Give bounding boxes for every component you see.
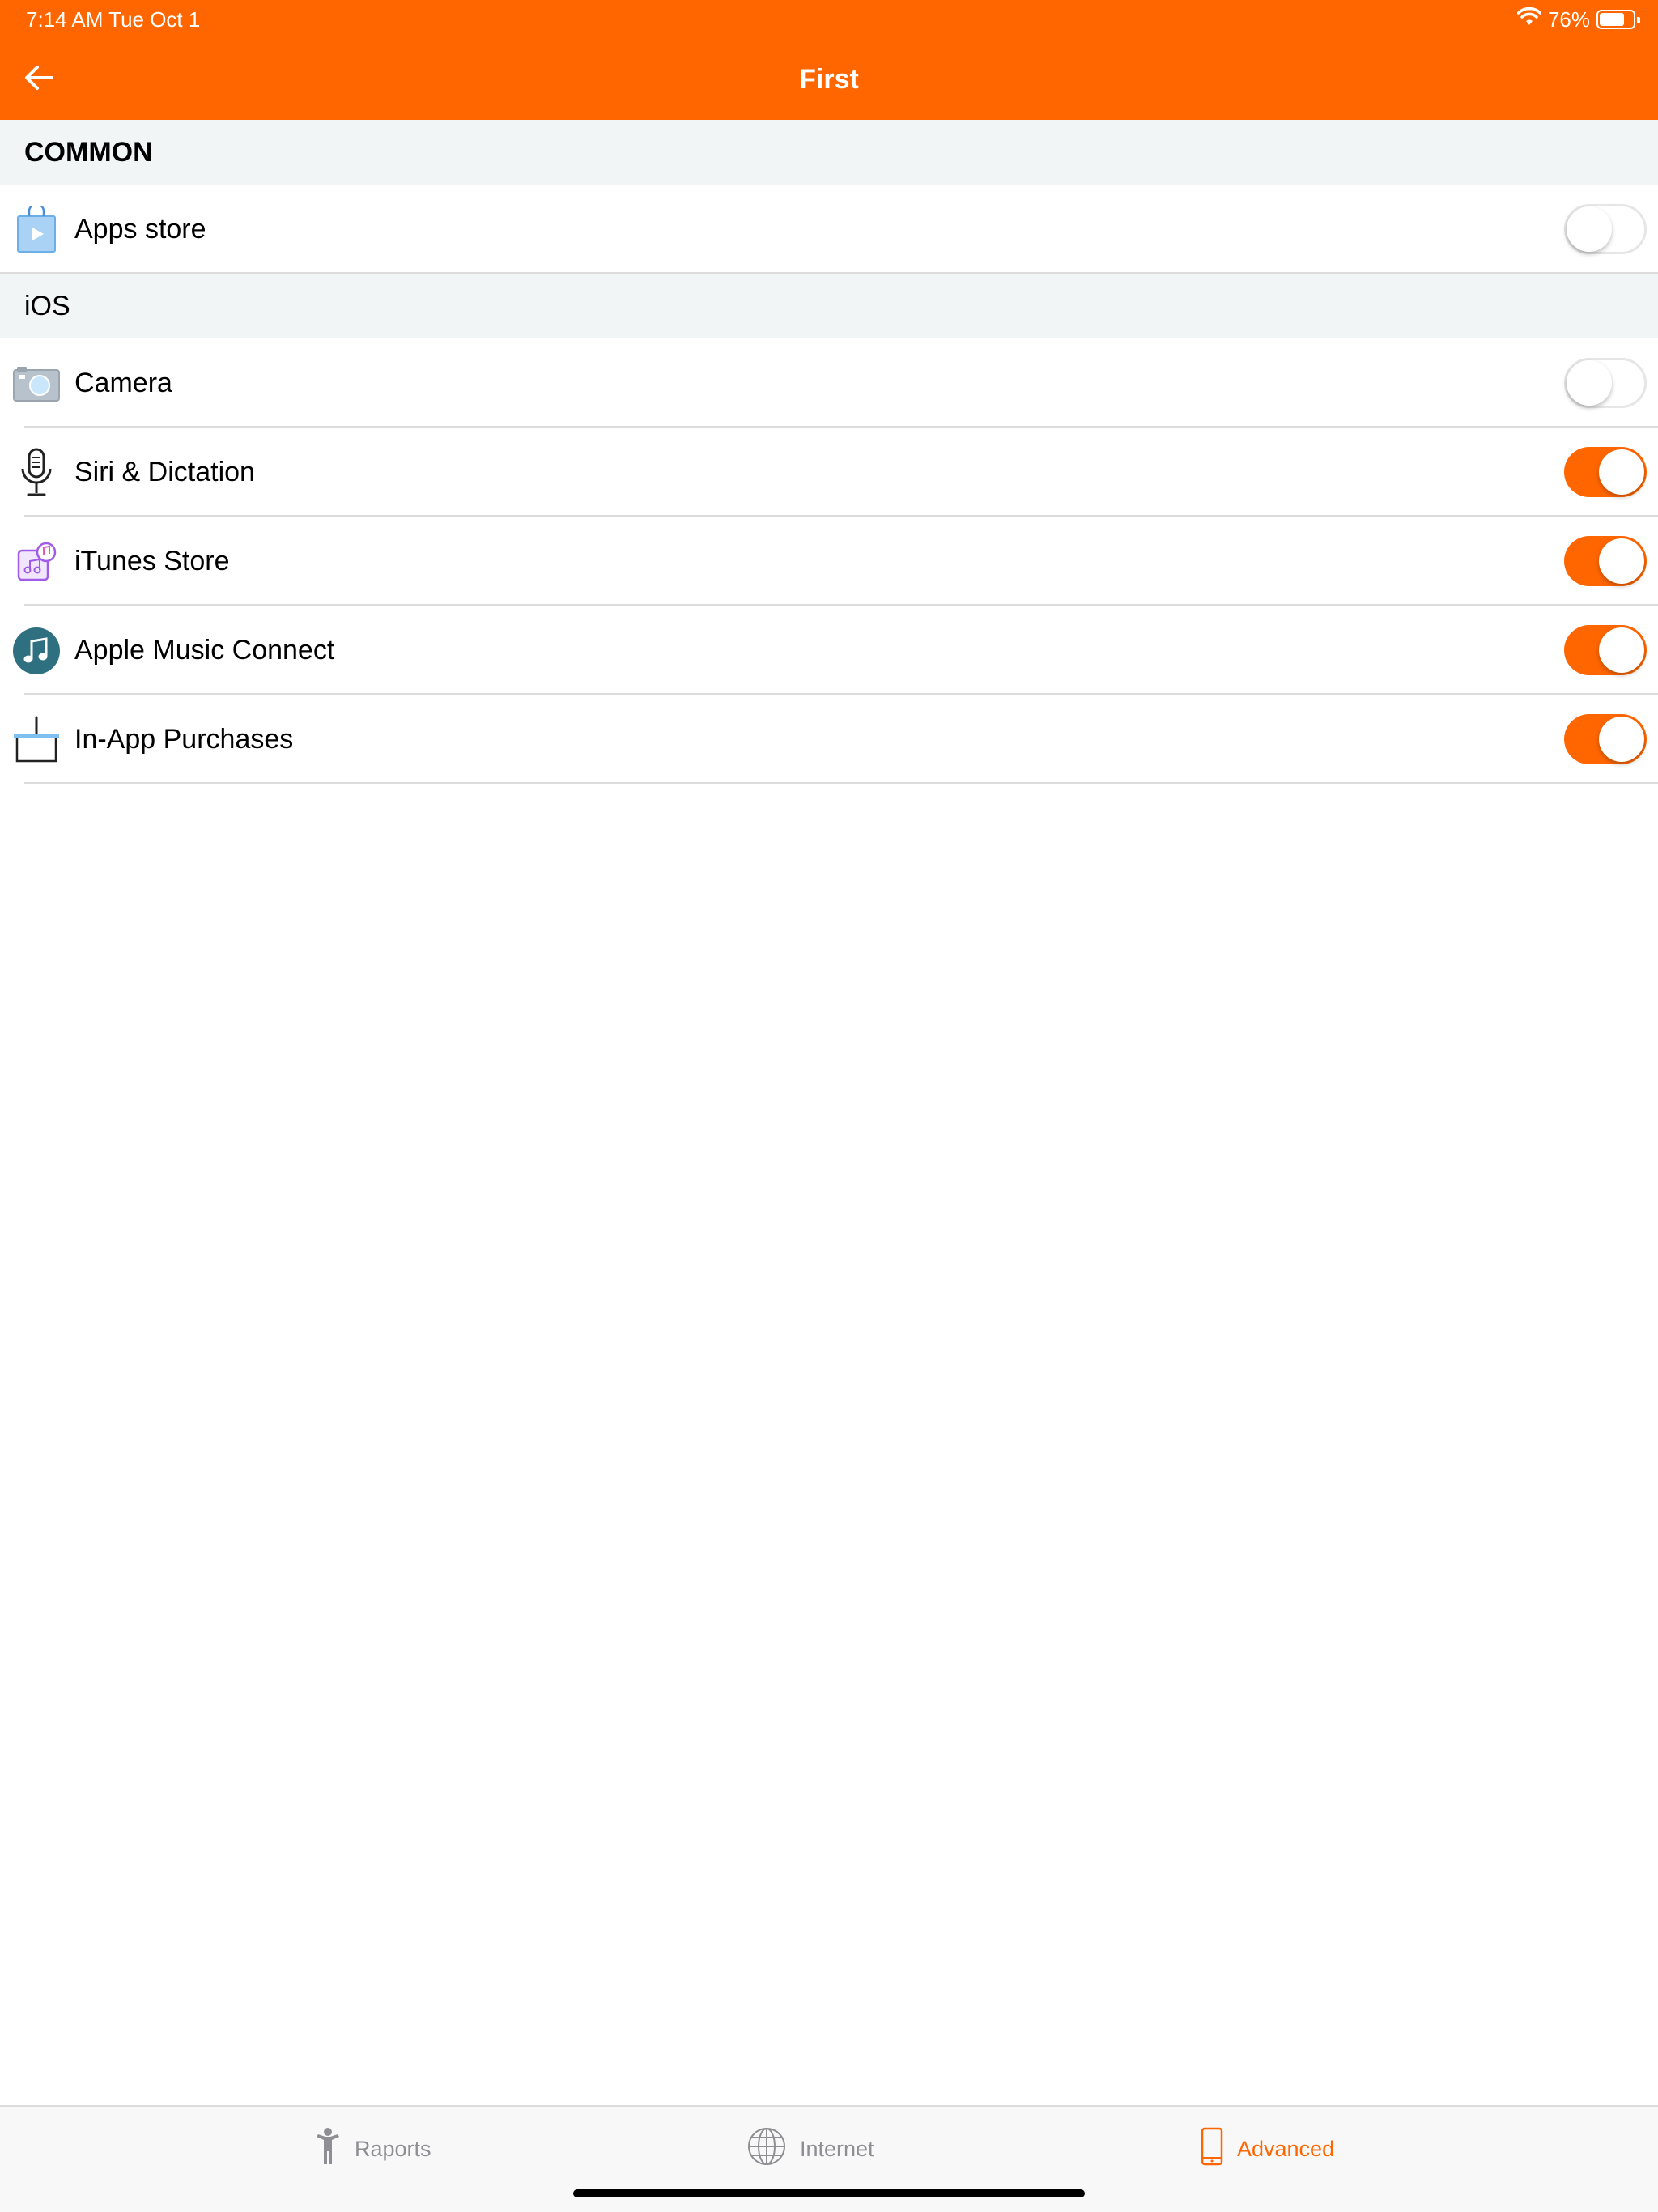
toggle-knob xyxy=(1599,449,1644,495)
setting-label: In-App Purchases xyxy=(74,724,294,755)
section-header-ios: iOS xyxy=(0,274,1658,338)
setting-label: Apps store xyxy=(74,214,206,245)
basket-icon xyxy=(11,716,62,764)
person-icon xyxy=(314,2127,342,2172)
microphone-icon xyxy=(11,448,62,496)
tab-raports[interactable]: Raports xyxy=(314,2125,432,2173)
siri-dictation-toggle[interactable] xyxy=(1564,447,1647,497)
tab-label: Advanced xyxy=(1237,2136,1335,2161)
home-indicator[interactable] xyxy=(573,2189,1085,2197)
setting-row-siri-dictation: Siri & Dictation xyxy=(0,428,1658,517)
toggle-knob xyxy=(1567,360,1612,406)
setting-label: Camera xyxy=(74,368,172,398)
camera-icon xyxy=(11,360,62,407)
toggle-knob xyxy=(1567,206,1612,252)
in-app-purchases-toggle[interactable] xyxy=(1564,714,1647,764)
tab-advanced[interactable]: Advanced xyxy=(1200,2125,1334,2173)
status-indicators: 76% xyxy=(1516,6,1640,32)
battery-percent: 76% xyxy=(1547,6,1590,32)
app-store-bag-icon xyxy=(11,206,62,253)
globe-icon xyxy=(746,2126,787,2172)
itunes-store-toggle[interactable] xyxy=(1564,536,1647,586)
itunes-store-icon xyxy=(11,538,62,585)
setting-label: Apple Music Connect xyxy=(74,635,335,666)
section-header-common: COMMON xyxy=(0,120,1658,185)
row-divider xyxy=(24,782,1658,784)
music-note-icon xyxy=(11,627,62,674)
apple-music-connect-toggle[interactable] xyxy=(1564,625,1647,675)
navigation-header: 7:14 AM Tue Oct 1 76% First xyxy=(0,0,1658,120)
tab-label: Raports xyxy=(355,2136,432,2161)
setting-label: iTunes Store xyxy=(74,546,230,576)
setting-row-apple-music-connect: Apple Music Connect xyxy=(0,606,1658,695)
toggle-knob xyxy=(1599,717,1644,762)
toggle-knob xyxy=(1599,627,1644,673)
tab-label: Internet xyxy=(800,2136,874,2161)
battery-cap xyxy=(1637,17,1640,23)
page-title: First xyxy=(799,64,859,95)
wifi-icon xyxy=(1516,6,1542,32)
setting-row-itunes-store: iTunes Store xyxy=(0,517,1658,606)
apps-store-toggle[interactable] xyxy=(1564,204,1647,254)
setting-row-in-app-purchases: In-App Purchases xyxy=(0,695,1658,784)
battery-level-fill xyxy=(1600,13,1625,26)
tab-internet[interactable]: Internet xyxy=(746,2125,874,2173)
toggle-knob xyxy=(1599,538,1644,584)
setting-row-camera: Camera xyxy=(0,338,1658,428)
phone-icon xyxy=(1200,2127,1224,2172)
status-time: 7:14 AM Tue Oct 1 xyxy=(26,7,201,32)
battery-icon xyxy=(1596,10,1640,29)
setting-row-apps-store: Apps store xyxy=(0,185,1658,274)
setting-label: Siri & Dictation xyxy=(74,457,255,487)
camera-toggle[interactable] xyxy=(1564,358,1647,408)
